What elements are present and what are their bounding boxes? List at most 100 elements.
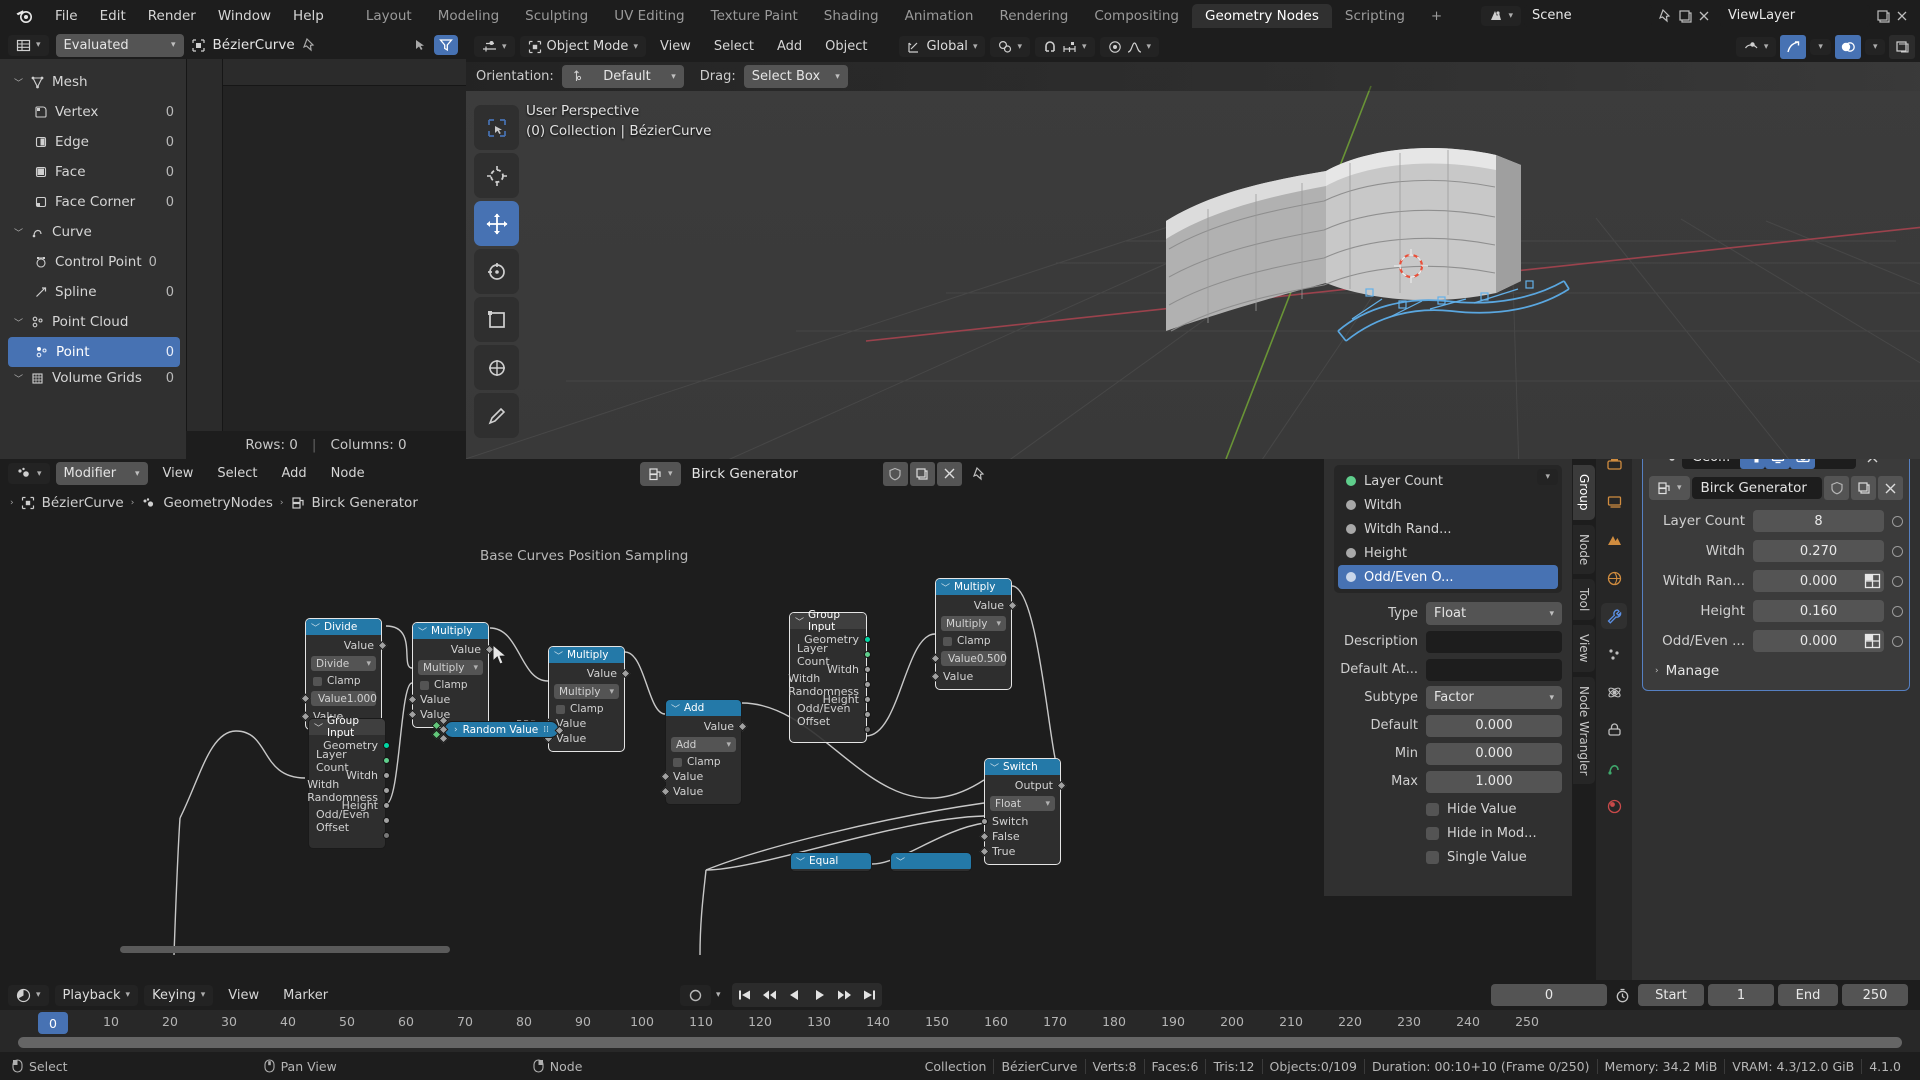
manage-section-header[interactable]: › Manage <box>1649 658 1903 684</box>
dataset-mode-dropdown[interactable]: Evaluated▾ <box>56 34 184 57</box>
node-output-socket[interactable]: Layer Count <box>309 753 385 768</box>
tool-rotate[interactable] <box>474 249 519 294</box>
filter-cursor-icon[interactable] <box>413 38 427 52</box>
previous-keyframe-button[interactable] <box>757 983 782 1007</box>
node-operation-dropdown[interactable]: Multiply▾ <box>554 684 619 699</box>
playback-dropdown[interactable]: Playback▾ <box>55 985 139 1006</box>
sidebar-tab-node[interactable]: Node <box>1573 525 1595 574</box>
node-header[interactable]: ﹀ Add <box>666 700 741 716</box>
dataset-row-volume-grids[interactable]: ﹀ Volume Grids 0 <box>8 367 180 389</box>
tab-layout[interactable]: Layout <box>353 4 425 28</box>
node-header[interactable]: ﹀ Group Input <box>790 613 866 629</box>
node-clamp-checkbox[interactable]: Clamp <box>306 674 381 688</box>
keying-dropdown[interactable]: Keying▾ <box>144 985 213 1006</box>
node-output-socket[interactable]: Value <box>549 666 624 681</box>
timeline-menu-marker[interactable]: Marker <box>274 986 337 1005</box>
input-value-field[interactable]: 0.160 <box>1753 600 1884 622</box>
viewport-menu-add[interactable]: Add <box>768 37 811 56</box>
node-input-socket[interactable]: Value <box>666 769 741 784</box>
menu-window[interactable]: Window <box>207 5 282 27</box>
tab-object-data[interactable] <box>1601 755 1627 781</box>
socket-row-odd-even-offset[interactable]: Odd/Even O... <box>1338 565 1558 589</box>
viewport-canvas[interactable] <box>466 31 1920 459</box>
tool-transform[interactable] <box>474 345 519 390</box>
editor-type-button[interactable]: ▾ <box>474 36 515 57</box>
input-value-field[interactable]: 0.000 <box>1753 630 1884 652</box>
animate-property-dot[interactable] <box>1892 606 1903 617</box>
sidebar-tab-tool[interactable]: Tool <box>1573 579 1595 620</box>
node-input-socket[interactable]: True <box>985 844 1060 859</box>
timeline-menu-view[interactable]: View <box>219 986 268 1005</box>
fake-user-shield-icon[interactable] <box>1824 476 1849 500</box>
node-header[interactable]: ﹀ Multiply <box>413 623 488 639</box>
breadcrumb-node-group[interactable]: Birck Generator <box>312 495 418 511</box>
dataset-row-point-cloud[interactable]: ﹀ Point Cloud <box>8 307 180 337</box>
tab-animation[interactable]: Animation <box>892 4 987 28</box>
tab-shading[interactable]: Shading <box>811 4 892 28</box>
editor-type-button[interactable]: ▾ <box>8 985 49 1006</box>
node-output-socket[interactable]: Value <box>306 638 381 653</box>
node-multiply-3[interactable]: ﹀ Multiply Value Multiply▾ Clamp <box>935 578 1012 690</box>
chevron-down-icon[interactable]: ﹀ <box>941 581 950 594</box>
pin-icon[interactable] <box>972 467 986 481</box>
node-output-socket[interactable]: Odd/Even Offset <box>790 707 866 722</box>
node-operation-dropdown[interactable]: Add▾ <box>671 737 736 752</box>
scene-name-field[interactable]: Scene <box>1524 5 1652 27</box>
tab-uv-editing[interactable]: UV Editing <box>601 4 697 28</box>
timeline-scrollbar[interactable] <box>18 1037 1902 1048</box>
input-value-field[interactable]: 8 <box>1753 510 1884 532</box>
transform-orientation-dropdown[interactable]: Global▾ <box>899 36 985 57</box>
node-clamp-checkbox[interactable]: Clamp <box>666 755 741 769</box>
socket-min-field[interactable]: 0.000 <box>1426 743 1562 765</box>
current-frame-field[interactable]: 0 <box>1491 984 1607 1006</box>
node-output-socket[interactable]: Odd/Even Offset <box>309 813 385 828</box>
sockets-list-dropdown[interactable]: ▾ <box>1537 469 1558 485</box>
node-menu-view[interactable]: View <box>154 464 203 483</box>
node-output-socket[interactable]: Witdh Randomness <box>309 783 385 798</box>
node-menu-node[interactable]: Node <box>322 464 374 483</box>
node-canvas-scrollbar[interactable] <box>120 946 450 953</box>
node-output-socket[interactable]: Layer Count <box>790 647 866 662</box>
dataset-row-control-point[interactable]: Control Point 0 <box>8 247 180 277</box>
gizmo-dropdown[interactable]: ▾ <box>1810 39 1831 55</box>
drag-dropdown[interactable]: Select Box▾ <box>744 65 848 88</box>
snap-increment-icon[interactable] <box>1062 40 1077 54</box>
jump-to-end-button[interactable] <box>857 983 882 1007</box>
chevron-down-icon[interactable]: ﹀ <box>418 625 427 638</box>
animate-property-dot[interactable] <box>1892 576 1903 587</box>
hide-value-checkbox-row[interactable]: Hide Value <box>1334 797 1562 821</box>
play-reverse-button[interactable] <box>782 983 807 1007</box>
new-scene-icon[interactable] <box>1678 9 1692 23</box>
node-output-socket-extend[interactable] <box>309 828 385 843</box>
chevron-down-icon[interactable]: ﹀ <box>14 226 23 239</box>
chevron-down-icon[interactable]: ﹀ <box>311 621 320 634</box>
dataset-row-curve[interactable]: ﹀ Curve <box>8 217 180 247</box>
socket-row-witdh-randomness[interactable]: Witdh Rand... <box>1338 517 1558 541</box>
node-header[interactable]: ﹀ Multiply <box>936 579 1011 595</box>
spreadsheet-grid[interactable] <box>186 59 466 459</box>
node-input-socket[interactable]: Value <box>936 669 1011 684</box>
node-tree-type-dropdown[interactable]: Modifier▾ <box>56 462 148 485</box>
node-input-socket[interactable]: Switch <box>985 814 1060 829</box>
node-header[interactable]: ﹀ Multiply <box>549 647 624 663</box>
node-multiply-2[interactable]: ﹀ Multiply Value Multiply▾ Clamp <box>548 646 625 752</box>
tab-compositing[interactable]: Compositing <box>1081 4 1192 28</box>
sidebar-tab-node-wrangler[interactable]: Node Wrangler <box>1573 677 1595 785</box>
socket-subtype-dropdown[interactable]: Factor▾ <box>1426 686 1562 709</box>
sidebar-tab-view[interactable]: View <box>1573 625 1595 671</box>
tab-texture-paint[interactable]: Texture Paint <box>698 4 811 28</box>
node-clamp-checkbox[interactable]: Clamp <box>936 634 1011 648</box>
tab-modifiers[interactable] <box>1601 603 1627 629</box>
tab-rendering[interactable]: Rendering <box>986 4 1081 28</box>
xray-toggle-button[interactable] <box>1889 35 1915 59</box>
dataset-row-vertex[interactable]: Vertex 0 <box>8 97 180 127</box>
orientation-dropdown[interactable]: Default▾ <box>562 65 684 88</box>
node-input-socket[interactable]: Value <box>413 692 488 707</box>
tab-geometry-nodes[interactable]: Geometry Nodes <box>1192 4 1332 28</box>
tab-physics[interactable] <box>1601 679 1627 705</box>
single-value-checkbox-row[interactable]: Single Value <box>1334 845 1562 869</box>
node-group-name-field[interactable]: Birck Generator <box>1692 477 1822 499</box>
node-header[interactable]: ﹀ Equal <box>791 853 871 869</box>
socket-default-field[interactable]: 0.000 <box>1426 715 1562 737</box>
tab-particles[interactable] <box>1601 641 1627 667</box>
